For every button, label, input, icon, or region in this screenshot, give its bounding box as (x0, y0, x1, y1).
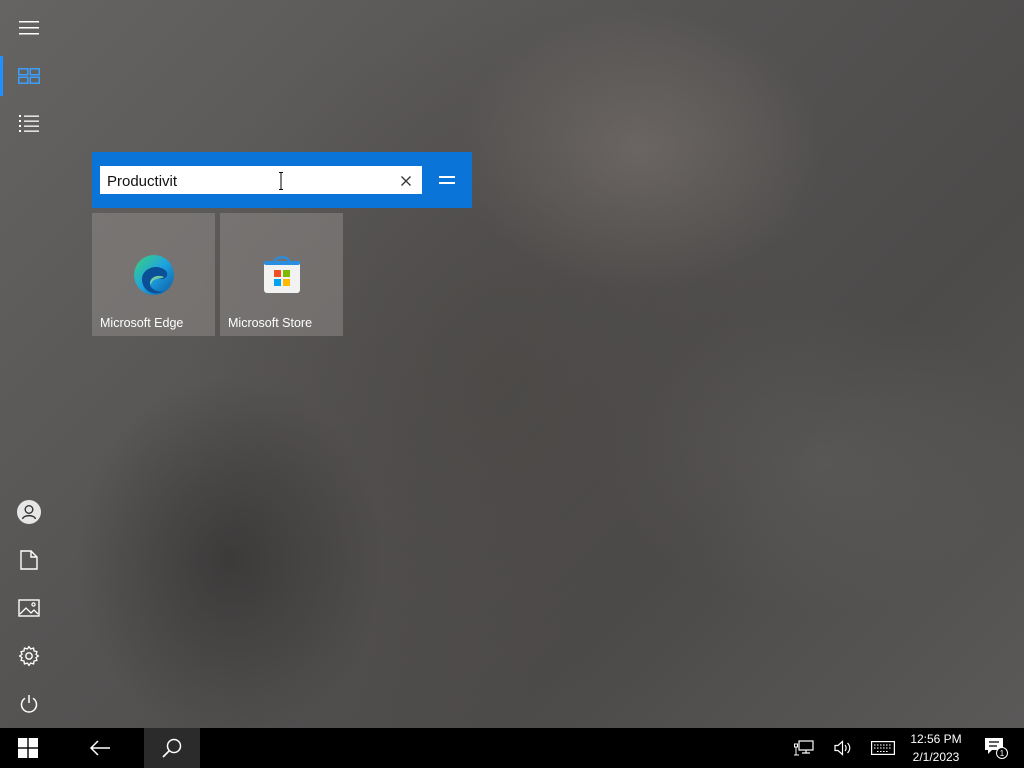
taskbar: 12:56 PM 2/1/2023 1 (0, 728, 1024, 768)
documents-icon (20, 550, 38, 570)
settings-button[interactable] (0, 632, 58, 680)
tile-microsoft-edge[interactable]: Microsoft Edge (92, 213, 215, 336)
back-arrow-icon (89, 740, 110, 756)
drag-handle-icon (439, 176, 455, 178)
keyboard-icon (871, 741, 895, 755)
tiles-icon (18, 68, 40, 84)
notification-count-badge: 1 (1000, 749, 1005, 758)
documents-button[interactable] (0, 536, 58, 584)
user-account-button[interactable] (0, 488, 58, 536)
pictures-button[interactable] (0, 584, 58, 632)
search-button[interactable] (144, 728, 200, 768)
hamburger-icon (19, 21, 39, 35)
search-icon (162, 738, 182, 758)
back-button[interactable] (78, 728, 122, 768)
close-icon (401, 176, 411, 186)
clock-date: 2/1/2023 (912, 750, 960, 764)
network-button[interactable] (790, 728, 818, 768)
power-button[interactable] (0, 680, 58, 728)
windows-start-icon (18, 738, 38, 758)
group-drag-handle[interactable] (436, 170, 458, 190)
action-center-button[interactable]: 1 (980, 728, 1012, 768)
clear-name-button[interactable] (395, 170, 417, 192)
volume-icon (834, 740, 851, 756)
pinned-tiles-button[interactable] (0, 52, 58, 100)
touch-keyboard-button[interactable] (868, 728, 898, 768)
pictures-icon (18, 599, 40, 617)
tile-microsoft-store[interactable]: Microsoft Store (220, 213, 343, 336)
clock-time: 12:56 PM (910, 732, 962, 746)
notifications-icon: 1 (985, 738, 1008, 759)
expand-menu-button[interactable] (0, 4, 58, 52)
tile-label: Microsoft Edge (100, 316, 184, 330)
tile-label: Microsoft Store (228, 316, 313, 330)
group-name-input[interactable] (107, 170, 387, 192)
all-apps-icon (19, 115, 39, 132)
group-name-field[interactable] (100, 166, 422, 194)
start-button[interactable] (0, 728, 56, 768)
tile-group-header (92, 152, 472, 208)
desktop-background (0, 0, 1024, 728)
edge-icon (134, 255, 174, 295)
user-icon (17, 500, 41, 524)
text-cursor-icon (279, 172, 283, 190)
clock[interactable]: 12:56 PM 2/1/2023 (898, 728, 974, 768)
start-left-rail (0, 0, 58, 728)
store-icon (264, 256, 300, 293)
power-icon (20, 695, 38, 713)
volume-button[interactable] (830, 728, 856, 768)
gear-icon (18, 645, 40, 667)
all-apps-button[interactable] (0, 100, 58, 148)
network-icon (794, 740, 814, 756)
